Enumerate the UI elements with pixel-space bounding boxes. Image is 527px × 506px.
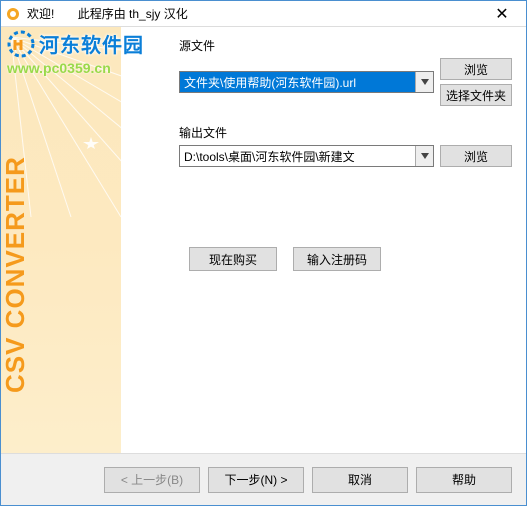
main-panel: 源文件 文件夹\使用帮助(河东软件园).url 浏览 选择文件夹 输出文件 D:…	[173, 27, 526, 453]
buy-now-button[interactable]: 现在购买	[189, 247, 277, 271]
footer: < 上一步(B) 下一步(N) > 取消 帮助	[1, 453, 526, 505]
close-icon: ✕	[495, 4, 508, 24]
chevron-down-icon[interactable]	[415, 72, 433, 92]
titlebar-title: 欢迎! 此程序由 th_sjy 汉化	[27, 5, 482, 22]
output-label: 输出文件	[179, 124, 512, 141]
browse-output-button[interactable]: 浏览	[440, 145, 512, 167]
cancel-button[interactable]: 取消	[312, 467, 408, 493]
body: 河东软件园 www.pc0359.cn	[1, 27, 526, 453]
title-subtitle: 此程序由 th_sjy 汉化	[78, 7, 188, 21]
titlebar: 欢迎! 此程序由 th_sjy 汉化 ✕	[1, 1, 526, 27]
browse-source-button[interactable]: 浏览	[440, 58, 512, 80]
sidebar-title: CSV CONVERTER	[1, 156, 31, 393]
help-button[interactable]: 帮助	[416, 467, 512, 493]
source-file-value: 文件夹\使用帮助(河东软件园).url	[180, 74, 415, 91]
sidebar: CSV CONVERTER	[1, 27, 173, 453]
app-icon	[5, 6, 21, 22]
output-file-combo[interactable]: D:\tools\桌面\河东软件园\新建文	[179, 145, 434, 167]
source-label: 源文件	[179, 37, 512, 54]
close-button[interactable]: ✕	[482, 1, 522, 27]
output-file-value: D:\tools\桌面\河东软件园\新建文	[180, 148, 415, 165]
enter-code-button[interactable]: 输入注册码	[293, 247, 381, 271]
next-button[interactable]: 下一步(N) >	[208, 467, 304, 493]
source-file-combo[interactable]: 文件夹\使用帮助(河东软件园).url	[179, 71, 434, 93]
back-button: < 上一步(B)	[104, 467, 200, 493]
chevron-down-icon[interactable]	[415, 146, 433, 166]
select-folder-button[interactable]: 选择文件夹	[440, 84, 512, 106]
app-window: 欢迎! 此程序由 th_sjy 汉化 ✕ 河东软件园 www.pc0359.cn	[0, 0, 527, 506]
title-welcome: 欢迎!	[27, 7, 54, 21]
